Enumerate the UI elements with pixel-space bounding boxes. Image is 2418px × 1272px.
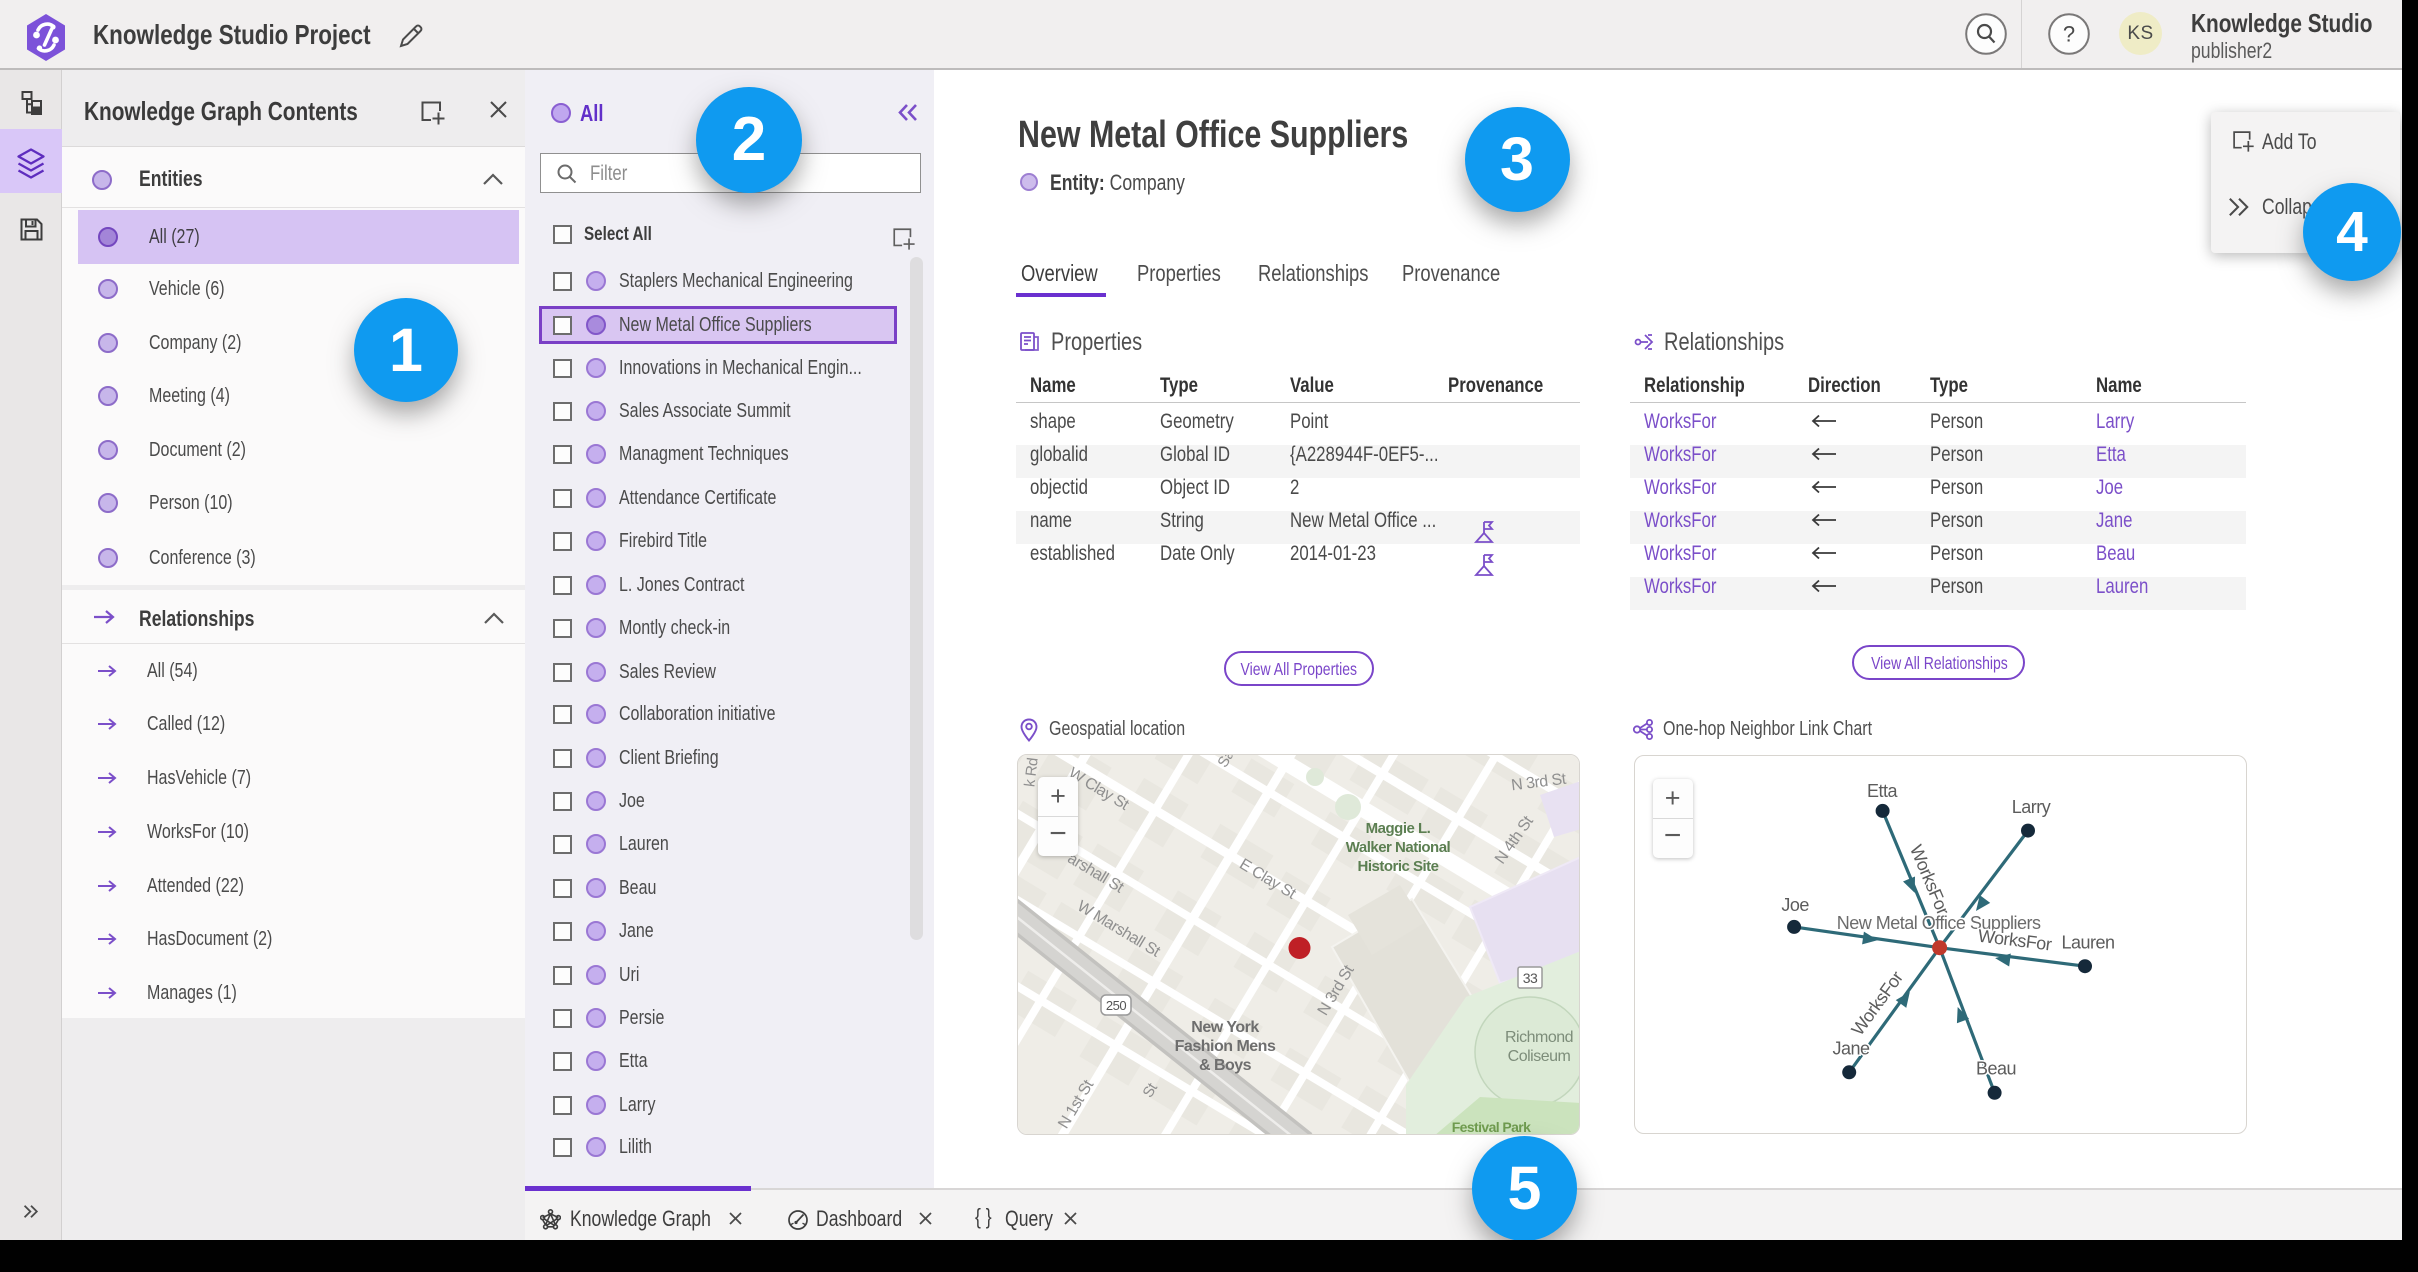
svg-text:Historic Site: Historic Site bbox=[1357, 858, 1438, 875]
svg-text:Etta: Etta bbox=[1867, 781, 1899, 801]
svg-text:Walker National: Walker National bbox=[1346, 839, 1451, 856]
svg-text:Jane: Jane bbox=[1832, 1039, 1870, 1059]
svg-text:WorksFor: WorksFor bbox=[1977, 926, 2053, 955]
svg-text:?: ? bbox=[2063, 22, 2075, 47]
svg-text:New York: New York bbox=[1191, 1019, 1259, 1036]
svg-text:Larry: Larry bbox=[2012, 797, 2051, 817]
svg-text:Richmond: Richmond bbox=[1505, 1029, 1573, 1046]
svg-text:Fashion Mens: Fashion Mens bbox=[1175, 1038, 1276, 1055]
svg-text:250: 250 bbox=[1106, 998, 1126, 1013]
svg-text:Joe: Joe bbox=[1781, 895, 1809, 915]
svg-text:& Boys: & Boys bbox=[1199, 1057, 1252, 1074]
svg-text:Coliseum: Coliseum bbox=[1508, 1048, 1571, 1065]
svg-text:Maggie L.: Maggie L. bbox=[1366, 820, 1431, 837]
svg-text:Lauren: Lauren bbox=[2061, 933, 2114, 953]
svg-text:33: 33 bbox=[1523, 970, 1538, 986]
svg-text:Festival Park: Festival Park bbox=[1452, 1119, 1531, 1135]
svg-text:Beau: Beau bbox=[1976, 1059, 2016, 1079]
